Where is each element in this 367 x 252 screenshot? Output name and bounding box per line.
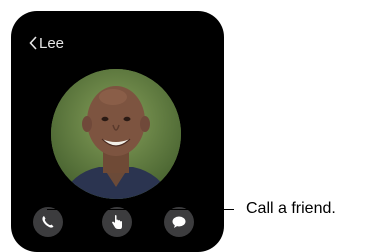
contact-name: Lee xyxy=(39,34,65,52)
contact-avatar xyxy=(51,69,181,199)
callout-label: Call a friend. xyxy=(246,200,336,217)
call-button[interactable] xyxy=(33,207,63,237)
chevron-left-icon xyxy=(29,36,37,50)
back-button[interactable]: Lee xyxy=(29,33,64,53)
message-icon xyxy=(172,216,186,228)
callout-line xyxy=(47,209,234,210)
watch-screen: Lee xyxy=(11,11,224,252)
touch-icon xyxy=(112,215,122,229)
message-button[interactable] xyxy=(164,207,194,237)
digital-touch-button[interactable] xyxy=(102,207,132,237)
phone-icon xyxy=(42,216,54,228)
